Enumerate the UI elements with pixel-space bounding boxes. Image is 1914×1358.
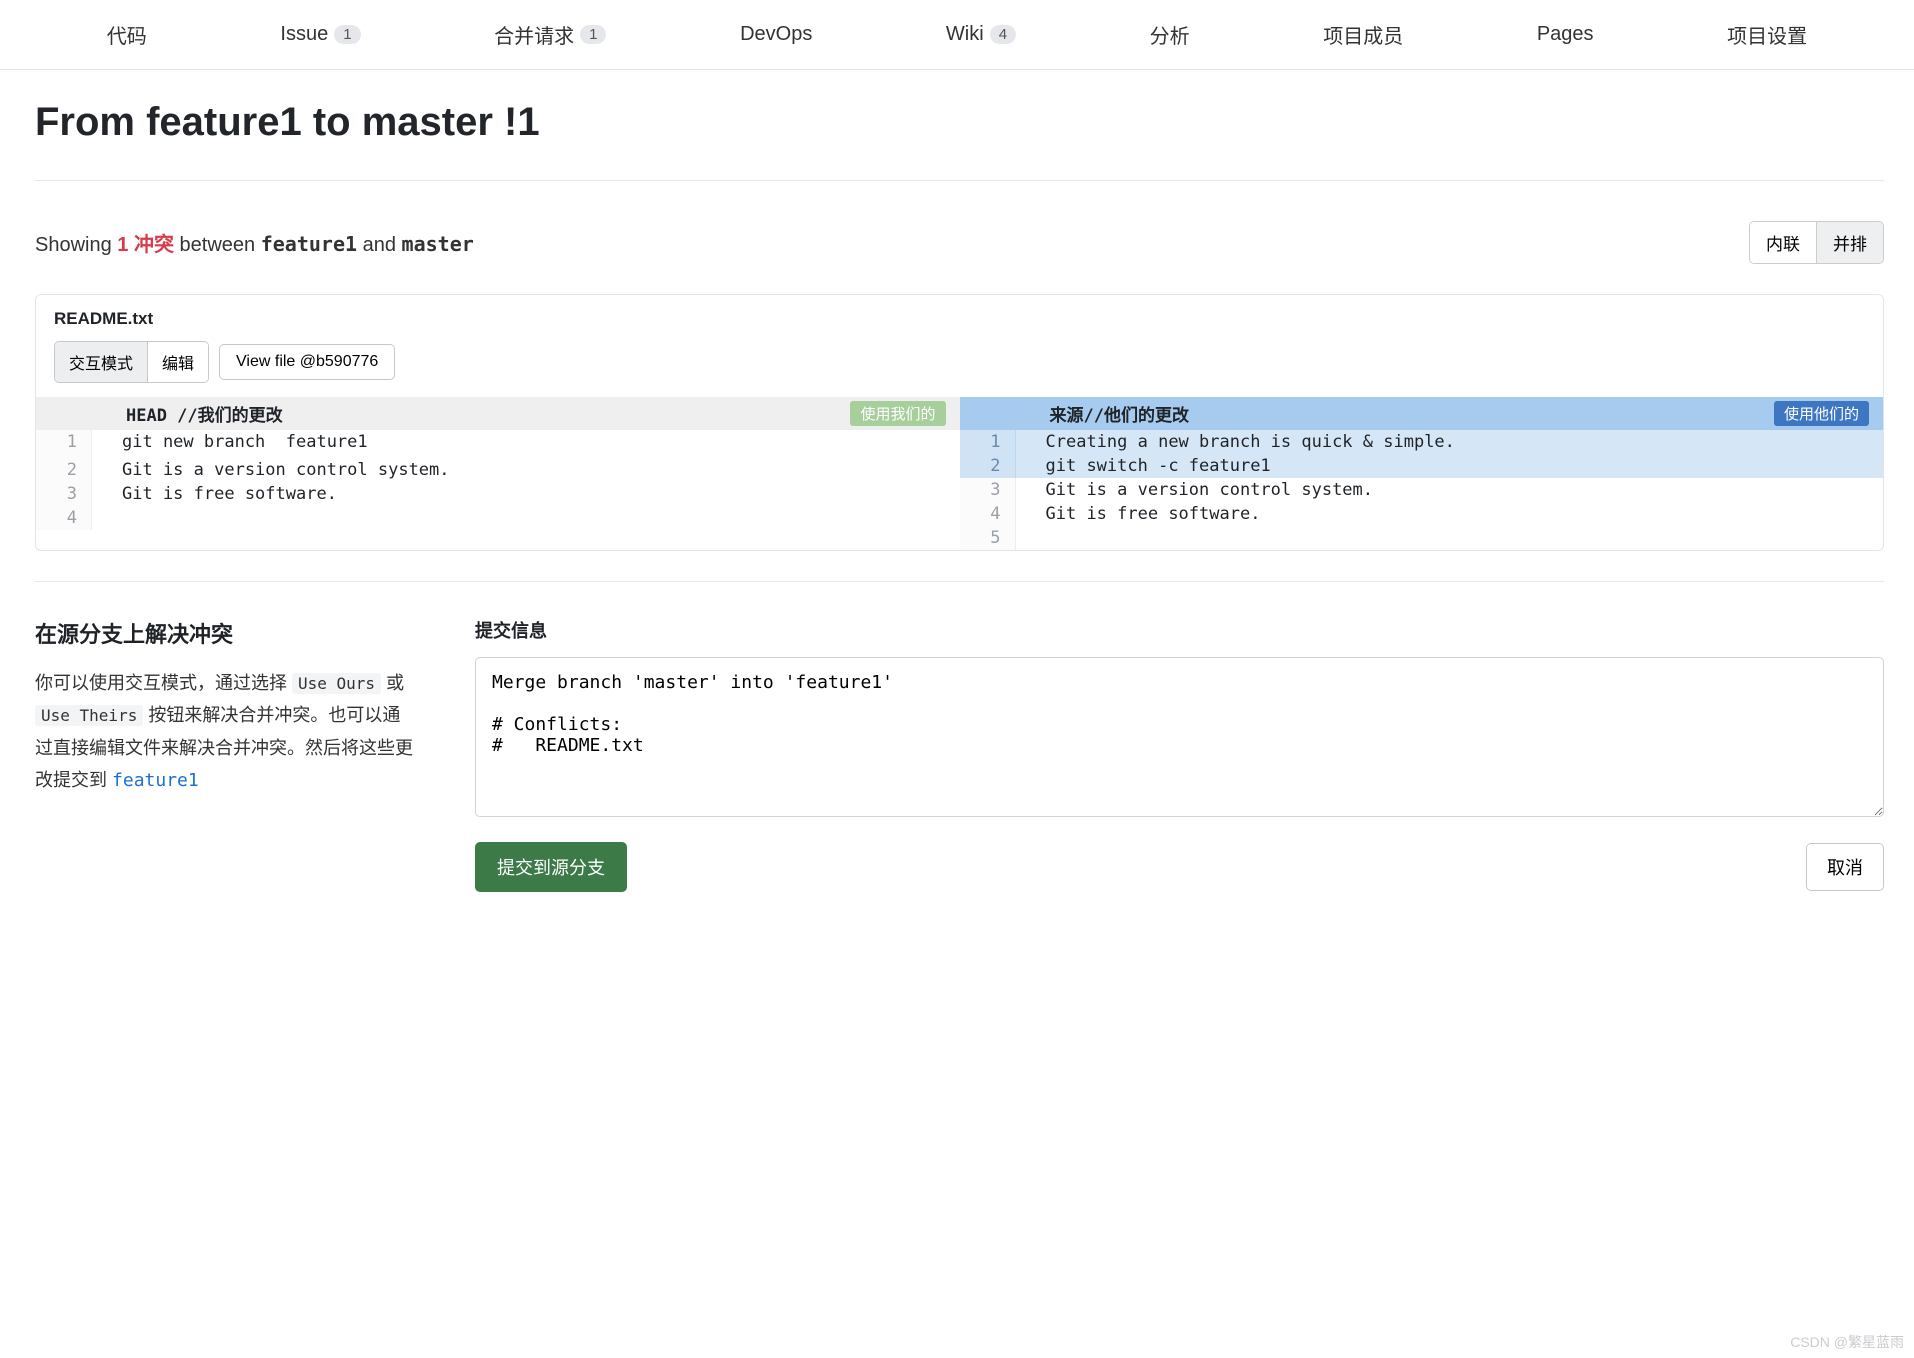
conflict-summary: Showing 1 冲突 between feature1 and master — [35, 228, 474, 257]
top-nav: 代码 Issue 1 合并请求 1 DevOps Wiki 4 分析 项目成员 Pages 项目设置 — [0, 0, 1914, 70]
code-content: Git is a version control system. — [92, 458, 960, 482]
code-row: 4 — [36, 506, 960, 530]
code-content: Git is free software. — [1016, 502, 1884, 526]
nav-item-badge: 4 — [990, 25, 1016, 44]
branch-to: master — [402, 232, 474, 256]
nav-item-label: Issue — [280, 23, 328, 46]
diff-left-pane: HEAD //我们的更改 使用我们的 1git new branch featu… — [36, 397, 960, 550]
line-number: 4 — [960, 502, 1016, 526]
commit-actions: 提交到源分支 取消 — [475, 842, 1884, 892]
code-row: 5 — [960, 526, 1884, 550]
line-number: 5 — [960, 526, 1016, 550]
nav-item-0[interactable]: 代码 — [107, 20, 147, 49]
code-content: Git is a version control system. — [1016, 478, 1884, 502]
nav-item-badge: 1 — [580, 25, 606, 44]
file-name: README.txt — [54, 309, 1865, 329]
line-number: 1 — [36, 430, 92, 454]
kbd-use-theirs: Use Theirs — [35, 705, 143, 726]
view-inline-button[interactable]: 内联 — [1750, 222, 1816, 263]
code-row: 1git new branch feature1 — [36, 430, 960, 454]
line-number: 1 — [960, 430, 1016, 454]
submit-button[interactable]: 提交到源分支 — [475, 842, 627, 892]
branch-from: feature1 — [261, 232, 357, 256]
resolve-help: 在源分支上解决冲突 你可以使用交互模式，通过选择 Use Ours 或 Use … — [35, 617, 415, 892]
code-row: 4Git is free software. — [960, 502, 1884, 526]
code-content — [92, 506, 960, 530]
watermark: CSDN @繁星蓝雨 — [1790, 1332, 1904, 1352]
file-header: README.txt 交互模式 编辑 View file @b590776 — [36, 295, 1883, 397]
nav-item-label: 合并请求 — [494, 20, 574, 49]
code-row: 3Git is a version control system. — [960, 478, 1884, 502]
commit-label: 提交信息 — [475, 617, 1884, 643]
nav-item-label: 项目设置 — [1727, 20, 1807, 49]
nav-item-label: 代码 — [107, 20, 147, 49]
code-content: git switch -c feature1 — [1016, 454, 1884, 478]
code-row: 2git switch -c feature1 — [960, 454, 1884, 478]
resolve-section: 在源分支上解决冲突 你可以使用交互模式，通过选择 Use Ours 或 Use … — [35, 581, 1884, 892]
commit-message-textarea[interactable] — [475, 657, 1884, 817]
diff-left-header: HEAD //我们的更改 使用我们的 — [36, 397, 960, 430]
nav-item-badge: 1 — [334, 25, 360, 44]
mode-toggle: 交互模式 编辑 — [54, 341, 209, 383]
conflict-file: README.txt 交互模式 编辑 View file @b590776 HE… — [35, 294, 1884, 551]
code-content: Creating a new branch is quick & simple. — [1016, 430, 1884, 454]
code-row: 1Creating a new branch is quick & simple… — [960, 430, 1884, 454]
code-content: git new branch feature1 — [92, 430, 960, 454]
summary-showing: Showing — [35, 234, 112, 256]
conflict-summary-row: Showing 1 冲突 between feature1 and master… — [35, 221, 1884, 264]
resolve-branch-link[interactable]: feature1 — [112, 770, 199, 791]
diff-right-pane: 来源//他们的更改 使用他们的 1Creating a new branch i… — [960, 397, 1884, 550]
nav-item-5[interactable]: 分析 — [1150, 20, 1190, 49]
divider — [35, 180, 1884, 181]
view-file-button[interactable]: View file @b590776 — [219, 344, 395, 380]
resolve-title: 在源分支上解决冲突 — [35, 617, 415, 649]
code-content: Git is free software. — [92, 482, 960, 506]
kbd-use-ours: Use Ours — [292, 673, 381, 694]
file-actions: 交互模式 编辑 View file @b590776 — [54, 341, 1865, 383]
line-number: 4 — [36, 506, 92, 530]
main-container: From feature1 to master !1 Showing 1 冲突 … — [0, 70, 1914, 922]
diff-left-title: HEAD //我们的更改 — [36, 401, 283, 426]
summary-between: between — [180, 234, 256, 256]
commit-form: 提交信息 提交到源分支 取消 — [475, 617, 1884, 892]
line-number: 2 — [36, 458, 92, 482]
resolve-description: 你可以使用交互模式，通过选择 Use Ours 或 Use Theirs 按钮来… — [35, 667, 415, 798]
nav-item-label: 项目成员 — [1323, 20, 1403, 49]
code-row: 2Git is a version control system. — [36, 458, 960, 482]
nav-item-label: Pages — [1537, 23, 1594, 46]
nav-item-label: 分析 — [1150, 20, 1190, 49]
code-content — [1016, 526, 1884, 550]
code-row: 3Git is free software. — [36, 482, 960, 506]
use-ours-button[interactable]: 使用我们的 — [850, 401, 945, 426]
diff-right-header: 来源//他们的更改 使用他们的 — [960, 397, 1884, 430]
nav-item-7[interactable]: Pages — [1537, 23, 1594, 46]
use-theirs-button[interactable]: 使用他们的 — [1774, 401, 1869, 426]
nav-item-8[interactable]: 项目设置 — [1727, 20, 1807, 49]
summary-and: and — [363, 234, 396, 256]
edit-mode-button[interactable]: 编辑 — [147, 342, 208, 382]
nav-item-4[interactable]: Wiki 4 — [946, 23, 1016, 46]
resolve-text-1: 你可以使用交互模式，通过选择 — [35, 673, 292, 693]
nav-item-2[interactable]: 合并请求 1 — [494, 20, 606, 49]
nav-item-label: DevOps — [740, 23, 812, 46]
nav-item-label: Wiki — [946, 23, 984, 46]
interactive-mode-button[interactable]: 交互模式 — [55, 342, 147, 382]
cancel-button[interactable]: 取消 — [1806, 843, 1884, 891]
nav-item-6[interactable]: 项目成员 — [1323, 20, 1403, 49]
view-toggle: 内联 并排 — [1749, 221, 1884, 264]
diff-grid: HEAD //我们的更改 使用我们的 1git new branch featu… — [36, 397, 1883, 550]
page-title: From feature1 to master !1 — [35, 100, 1884, 145]
line-number: 3 — [36, 482, 92, 506]
line-number: 3 — [960, 478, 1016, 502]
nav-item-3[interactable]: DevOps — [740, 23, 812, 46]
conflict-count: 1 冲突 — [117, 234, 174, 256]
view-side-button[interactable]: 并排 — [1816, 222, 1883, 263]
resolve-text-2: 或 — [381, 673, 404, 693]
line-number: 2 — [960, 454, 1016, 478]
nav-item-1[interactable]: Issue 1 — [280, 23, 360, 46]
diff-right-title: 来源//他们的更改 — [960, 401, 1189, 426]
